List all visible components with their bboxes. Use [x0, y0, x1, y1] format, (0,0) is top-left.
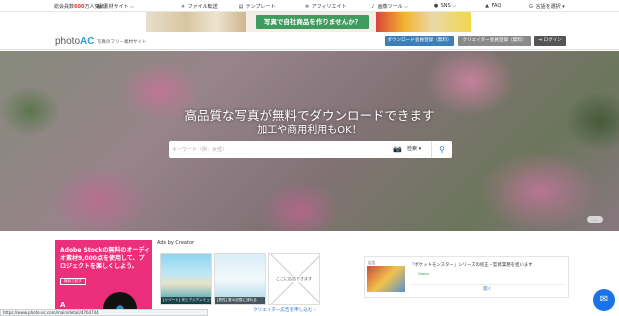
language-selector[interactable]: G 言語を選択 ▾	[528, 3, 565, 10]
status-bar-url: https://www.photo-ac.com/main/detail/476…	[0, 309, 208, 316]
ad-headline: 「ポケットモンスター」シリーズの校正・監修業務を担います	[410, 263, 533, 268]
creator-ad-thumb[interactable]: [男性] 夏の記憶に浸れる	[214, 253, 266, 305]
hero-subheadline: 加工や商用利用もOK！	[257, 125, 362, 136]
adobe-stock-ad[interactable]: Adobe Stockの無料のオーディオ素材9,000点を使用して、プロジェクト…	[55, 240, 152, 316]
language-icon: G	[529, 4, 533, 10]
promo-banner[interactable]: 写真で自社商品を作りませんか？	[146, 12, 471, 32]
creator-ad-apply-link[interactable]: クリエイター広告を申し込む ›	[253, 307, 316, 313]
creator-ad-caption: [リゾート] 光とアジアンミュージック	[161, 297, 211, 304]
nav-material-sites[interactable]: ▦ 素材サイト ⌵	[96, 3, 134, 10]
chevron-down-icon: ⌵	[452, 3, 457, 9]
top-nav: 総会員数600万人突破！ ▦ 素材サイト ⌵ ✈ ファイル転送 ▤ テンプレート…	[0, 0, 619, 12]
chat-icon: ✉	[599, 294, 609, 305]
chevron-down-icon: ⌵	[404, 4, 408, 10]
nav-faq[interactable]: ▲ FAQ	[484, 3, 501, 9]
promo-image-left	[146, 12, 246, 32]
chevron-down-icon: ⌵	[130, 4, 134, 10]
file-transfer-icon: ✈	[180, 4, 186, 10]
ad-cta-button[interactable]: 無料で試す	[60, 278, 86, 285]
photo-credit-button[interactable]: ...	[587, 216, 603, 223]
image-tool-icon: ♪	[371, 4, 375, 10]
creator-ad-caption: [男性] 夏の記憶に浸れる	[215, 297, 265, 304]
site-tagline: 写真のフリー素材サイト	[97, 40, 147, 45]
affiliate-icon: ✲	[304, 4, 310, 10]
search-icon: ⚲	[439, 145, 445, 154]
placeholder-label: ここに広告できます	[269, 276, 319, 282]
login-button[interactable]: ⇥ ログイン	[534, 36, 566, 46]
free-register-button[interactable]: ダウンロード会員登録（無料）	[385, 36, 454, 46]
grid-icon: ▦	[96, 4, 102, 10]
site-logo[interactable]: photoAC	[55, 36, 94, 47]
search-button[interactable]: ⚲	[431, 141, 452, 158]
member-count-number: 600	[74, 4, 85, 10]
creator-ad-thumb[interactable]: [リゾート] 光とアジアンミュージック	[160, 253, 212, 305]
ad-image	[367, 266, 405, 292]
nav-image-tools[interactable]: ♪ 画像ツール ⌵	[370, 3, 408, 10]
hero-section: 高品質な写真が無料でダウンロードできます 加工や商用利用もOK！ 📷 检索 ▾ …	[0, 51, 619, 231]
login-icon: ⇥	[538, 38, 542, 43]
chevron-down-icon: ▾	[562, 4, 565, 10]
creator-register-button[interactable]: クリエイター会員登録（無料）	[458, 36, 531, 46]
camera-icon[interactable]: 📷	[393, 144, 402, 155]
nav-sns[interactable]: ● SNS ⌵	[433, 3, 456, 9]
nav-file-transfer[interactable]: ✈ ファイル転送	[180, 3, 218, 10]
promo-image-right	[376, 12, 471, 32]
chevron-down-icon: ▾	[418, 146, 422, 152]
promo-text: 写真で自社商品を作りませんか？	[256, 15, 369, 29]
ad-source: Green	[418, 272, 429, 276]
ad-text: Adobe Stockの無料のオーディオ素材9,000点を使用して、プロジェクト…	[60, 247, 150, 270]
nav-template[interactable]: ▤ テンプレート	[238, 3, 276, 10]
messenger-chat-button[interactable]: ✉	[593, 289, 615, 311]
display-ad[interactable]: 広告 「ポケットモンスター」シリーズの校正・監修業務を担います Green 開く	[364, 256, 569, 298]
template-icon: ▤	[238, 4, 244, 10]
ad-open-button[interactable]: 開く	[410, 284, 565, 293]
site-header: photoAC 写真のフリー素材サイト ダウンロード会員登録（無料） クリエイタ…	[0, 32, 619, 50]
ads-by-creator-title: Ads by Creator	[157, 240, 195, 246]
nav-affiliate[interactable]: ✲ アフィリエイト	[304, 3, 347, 10]
search-input[interactable]	[172, 143, 390, 156]
sns-icon: ●	[433, 3, 439, 9]
search-type-select[interactable]: 检索 ▾	[407, 144, 427, 155]
faq-icon: ▲	[485, 3, 489, 9]
search-bar: 📷 检索 ▾ ⚲	[169, 141, 452, 158]
creator-ad-placeholder[interactable]: ここに広告できます	[268, 253, 320, 305]
adobe-logo: A	[60, 301, 66, 309]
